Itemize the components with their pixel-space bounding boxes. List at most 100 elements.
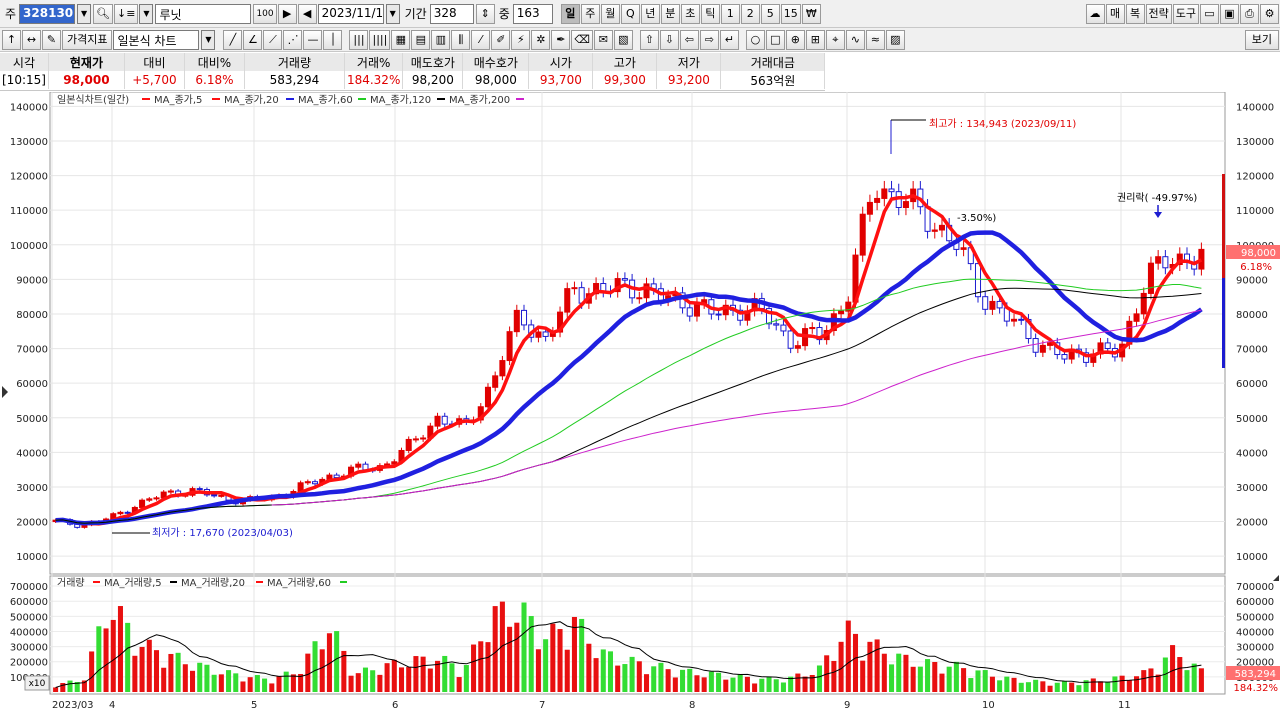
right-icon[interactable]: ⇨ (699, 29, 719, 50)
brush-icon[interactable]: ✒ (551, 29, 571, 50)
volume-bar (290, 674, 296, 692)
period-spin-icon[interactable]: ⇕ (475, 3, 495, 24)
zigzag-icon[interactable]: ⚡ (511, 29, 531, 50)
ray-icon[interactable]: ⟋ (263, 29, 283, 50)
arrow-lr-icon[interactable]: ↔ (22, 29, 41, 50)
angle-icon[interactable]: ∠ (243, 29, 263, 50)
next-icon[interactable]: ▶ (277, 3, 297, 24)
trendline-icon[interactable]: ╱ (223, 29, 243, 50)
edit-icon[interactable]: ✎ (42, 29, 61, 50)
folder-icon[interactable]: ▭ (1200, 3, 1219, 24)
hline-icon[interactable]: — (303, 29, 323, 50)
quote-header-row: 시각 현재가 대비 대비% 거래량 거래% 매도호가 매수호가 시가 고가 저가… (0, 53, 826, 71)
price-tick-label: 70000 (1236, 345, 1268, 356)
chart-type-dropdown-icon[interactable]: ▼ (201, 29, 216, 50)
left-icon[interactable]: ⇦ (679, 29, 699, 50)
volume-bar (427, 668, 433, 692)
pencil-icon[interactable]: ✐ (491, 29, 511, 50)
candle-body (1104, 342, 1111, 350)
timeframe-year[interactable]: 년 (640, 3, 660, 24)
slash-icon[interactable]: ⁄ (471, 29, 491, 50)
date-dropdown-icon[interactable]: ▼ (385, 3, 400, 24)
sort-dropdown-icon[interactable]: ▼ (139, 3, 154, 24)
fan-icon[interactable]: ⋰ (283, 29, 303, 50)
view-button[interactable]: 보기 (1244, 29, 1279, 50)
vline-icon[interactable]: │ (323, 29, 343, 50)
volume-bar (795, 673, 801, 692)
middle-input[interactable]: 163 (512, 3, 553, 24)
timeframe-tick[interactable]: 틱 (700, 3, 720, 24)
down-icon[interactable]: ⇩ (659, 29, 679, 50)
histogram-icon[interactable]: ▥ (431, 29, 451, 50)
candle-body (974, 263, 982, 298)
timeframe-day[interactable]: 일 (560, 3, 580, 24)
stock-name-field[interactable]: 루닛 (155, 3, 252, 24)
layout-icon[interactable]: ▧ (613, 29, 633, 50)
duplicate-button[interactable]: 복 (1125, 3, 1145, 24)
zoom-area-icon[interactable]: ⊞ (805, 29, 825, 50)
circle-icon[interactable]: ○ (745, 29, 765, 50)
timeframe-month[interactable]: 월 (600, 3, 620, 24)
price-tick-label: 130000 (10, 137, 48, 148)
candle-body (312, 481, 319, 485)
zoom-icon[interactable]: ⊕ (785, 29, 805, 50)
wave-icon[interactable]: ∿ (845, 29, 865, 50)
interval-1[interactable]: 1 (720, 3, 740, 24)
arrow-up-icon[interactable]: ↑ (2, 29, 21, 50)
stock-code-input[interactable]: 328130 (19, 3, 76, 24)
strategy-button[interactable]: 전략 (1145, 3, 1172, 24)
crosshair-icon[interactable]: ⌖ (825, 29, 845, 50)
eraser-icon[interactable]: ⌫ (571, 29, 593, 50)
timeframe-quarter[interactable]: Q (620, 3, 640, 24)
tools-button[interactable]: 도구 (1172, 3, 1199, 24)
price-tick-label: 120000 (10, 172, 48, 183)
volume-bar (780, 682, 786, 692)
timeframe-minute[interactable]: 분 (660, 3, 680, 24)
trade-button[interactable]: 매 (1105, 3, 1125, 24)
print-icon[interactable]: ⎙ (1240, 3, 1259, 24)
up-icon[interactable]: ⇧ (639, 29, 659, 50)
search-icon[interactable]: 🔍︎ (93, 3, 114, 24)
price-indicator-button[interactable]: 가격지표 (62, 29, 113, 50)
bars2-icon[interactable]: |||| (369, 29, 391, 50)
candle-body (1039, 344, 1046, 353)
period-input[interactable]: 328 (429, 3, 474, 24)
volume-bar (752, 683, 758, 692)
sort-icon[interactable]: ↓≡ (114, 3, 139, 24)
interval-2[interactable]: 2 (740, 3, 760, 24)
timeframe-week[interactable]: 주 (580, 3, 600, 24)
code-dropdown-icon[interactable]: ▼ (77, 3, 92, 24)
wave2-icon[interactable]: ≈ (865, 29, 885, 50)
grid2-icon[interactable]: ▤ (411, 29, 431, 50)
save-icon[interactable]: ▣ (1220, 3, 1239, 24)
note-icon[interactable]: ✉ (593, 29, 613, 50)
volume-bar (723, 679, 729, 692)
cloud-icon[interactable]: ☁ (1085, 3, 1105, 24)
legend-vma5: MA_거래량,5 (104, 577, 162, 589)
palette-icon[interactable]: ✲ (531, 29, 551, 50)
image-icon[interactable]: ▨ (885, 29, 905, 50)
volume-bar (456, 677, 462, 692)
interval-15[interactable]: 15 (780, 3, 801, 24)
price-tick-label: 140000 (10, 102, 48, 113)
bars-icon[interactable]: ||| (349, 29, 369, 50)
settings-icon[interactable]: ⚙ (1260, 3, 1279, 24)
rect-icon[interactable]: □ (765, 29, 785, 50)
date-input[interactable]: 2023/11/17 (317, 3, 384, 24)
candle-body (564, 288, 571, 313)
grid-icon[interactable]: ▦ (391, 29, 411, 50)
time-tick-label: 8 (689, 700, 695, 711)
interval-5[interactable]: 5 (760, 3, 780, 24)
currency-toggle[interactable]: ₩ (801, 3, 821, 24)
prev-icon[interactable]: ◀ (297, 3, 317, 24)
timeframe-second[interactable]: 초 (680, 3, 700, 24)
cycle-icon[interactable]: ⫼ (451, 29, 471, 50)
volume-bar (716, 672, 722, 692)
volume-tick-label: 300000 (10, 643, 48, 654)
chart-type-select[interactable]: 일본식 차트 (113, 29, 200, 50)
candle-body (355, 463, 362, 468)
stock-chart[interactable]: 10000 20000 30000 40000 50000 60000 70000 80000… (0, 92, 1280, 712)
volume-bar (269, 683, 275, 692)
enter-icon[interactable]: ↵ (719, 29, 739, 50)
candle-body (621, 278, 628, 281)
